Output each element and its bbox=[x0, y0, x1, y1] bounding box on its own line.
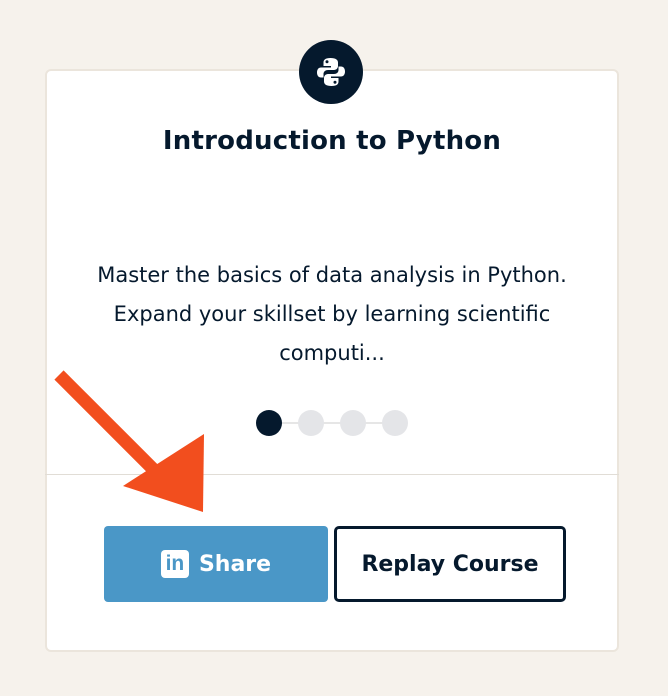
red-arrow-annotation bbox=[54, 370, 204, 512]
